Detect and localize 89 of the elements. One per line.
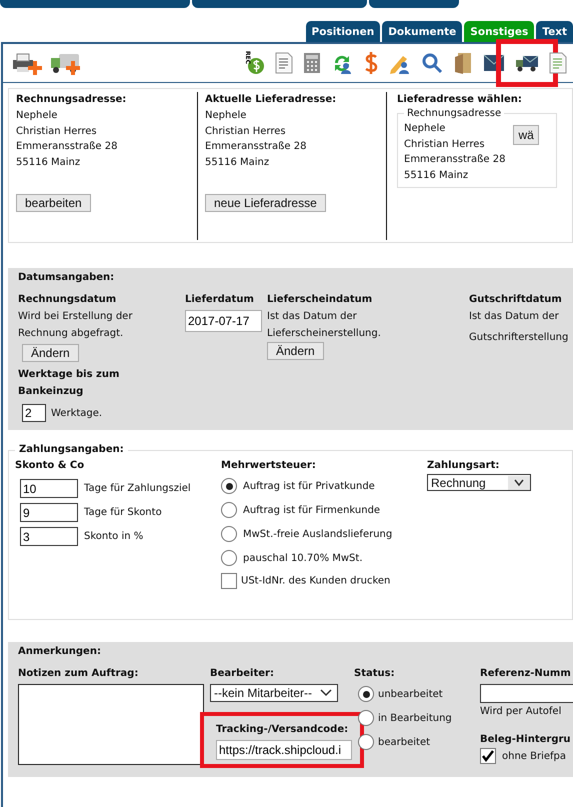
address-line: Emmeransstraße 28 — [404, 153, 506, 167]
radio-button[interactable] — [221, 502, 237, 518]
address-line: Christian Herres — [205, 124, 287, 138]
field-label: Beleg-Hintergru — [480, 733, 572, 747]
address-line: 55116 Mainz — [205, 156, 270, 170]
field-label: Werktage bis zum Bankeinzug — [18, 368, 120, 399]
hint-text: Gutschrifterstellung — [469, 331, 570, 345]
calculator-icon[interactable] — [303, 52, 321, 74]
hint-text: Ist das Datum der Lieferscheinerstellung. — [267, 310, 382, 341]
notes-field[interactable] — [18, 684, 204, 765]
nav-tab[interactable] — [369, 0, 459, 8]
change-button[interactable]: Ändern — [267, 342, 324, 360]
editor-dropdown[interactable]: --kein Mitarbeiter-- — [210, 684, 338, 702]
printer-plus-icon[interactable] — [11, 51, 43, 75]
field-label: Zahlungsart: — [427, 459, 500, 473]
field-label: Tage für Zahlungsziel — [84, 483, 191, 494]
address-line: Christian Herres — [16, 124, 98, 138]
tracking-field[interactable]: https://track.shipcloud.i — [216, 740, 352, 760]
field-label: Skonto in % — [84, 531, 144, 542]
address-line: Emmeransstraße 28 — [205, 140, 308, 154]
option-label: Auftrag ist für Privatkunde — [243, 480, 375, 492]
number-field[interactable]: 10 — [20, 479, 78, 498]
tab[interactable]: Text — [536, 21, 573, 42]
user-search-icon[interactable] — [421, 52, 443, 74]
date-field[interactable]: 2017-07-17 — [185, 310, 262, 332]
radio-button[interactable] — [358, 734, 374, 750]
address-line: Nephele — [205, 109, 248, 123]
section-heading: Datumsangaben: — [18, 271, 116, 285]
option-label: unbearbeitet — [378, 688, 443, 700]
section-heading: Anmerkungen: — [18, 645, 102, 659]
hint-text: Wird bei Erstellung der Rechnung abgefragt. — [18, 310, 134, 341]
workdays-field[interactable]: 2 — [22, 404, 46, 422]
number-field[interactable]: 9 — [20, 503, 78, 522]
option-legend: Rechnungsadresse — [404, 108, 504, 119]
change-button[interactable]: Ändern — [22, 344, 79, 362]
field-label: Notizen zum Auftrag: — [18, 667, 140, 681]
address-line: Nephele — [404, 122, 446, 136]
address-line: 55116 Mainz — [404, 168, 470, 182]
radio-button[interactable] — [358, 686, 374, 702]
option-label: ohne Briefpa — [502, 750, 566, 762]
dollar-icon[interactable] — [363, 51, 379, 75]
option-label: MwSt.-freie Auslandslieferung — [243, 528, 392, 540]
field-label: Rechnungsdatum — [18, 293, 118, 307]
radio-button[interactable] — [358, 710, 374, 726]
field-label: Lieferdatum — [185, 293, 255, 307]
select-button[interactable]: wä — [513, 125, 539, 145]
document-icon[interactable] — [275, 52, 293, 74]
number-field[interactable]: 3 — [20, 527, 78, 546]
truck-envelope-icon[interactable] — [515, 54, 539, 72]
section-heading: Rechnungsadresse: — [16, 93, 128, 107]
address-line: 55116 Mainz — [16, 156, 82, 170]
field-label: Bearbeiter: — [210, 667, 275, 681]
option-label: bearbeitet — [378, 736, 430, 748]
document-icon[interactable] — [549, 52, 567, 74]
folder-icon[interactable] — [453, 51, 473, 75]
tab[interactable]: Positionen — [306, 21, 380, 42]
field-label: Mehrwertsteuer: — [221, 459, 317, 473]
option-label: in Bearbeitung — [378, 712, 452, 724]
edit-button[interactable]: bearbeiten — [16, 194, 91, 212]
radio-button[interactable] — [221, 526, 237, 542]
truck-plus-icon[interactable] — [49, 51, 83, 75]
field-label: Gutschriftdatum — [469, 293, 563, 307]
option-label: pauschal 10.70% MwSt. — [243, 552, 363, 564]
radio-button[interactable] — [221, 478, 237, 494]
field-label: Lieferscheindatum — [267, 293, 374, 307]
field-label: Referenz-Numm — [480, 667, 572, 681]
payment-method-dropdown[interactable]: Rechnung — [427, 474, 531, 491]
hint-text: Wird per Autofel — [480, 705, 562, 719]
checkbox[interactable] — [480, 748, 496, 764]
radio-button[interactable] — [221, 550, 237, 566]
section-heading: Zahlungsangaben: — [18, 443, 125, 457]
tab[interactable]: Dokumente — [382, 21, 462, 42]
address-line: Nephele — [16, 109, 58, 123]
option-label: Auftrag ist für Firmenkunde — [243, 504, 380, 516]
tab[interactable]: Sonstiges — [464, 21, 534, 42]
field-label: Skonto & Co — [15, 459, 86, 473]
checkbox[interactable] — [221, 573, 237, 589]
field-label: Tracking-/Versandcode: — [216, 723, 350, 737]
field-label: Status: — [354, 667, 396, 681]
unit-label: Werktage. — [51, 408, 102, 418]
hint-text: Ist das Datum der — [469, 310, 560, 324]
address-line: Emmeransstraße 28 — [16, 140, 118, 154]
section-heading: Lieferadresse wählen: — [397, 93, 523, 107]
reference-field[interactable] — [480, 684, 573, 703]
address-line: Christian Herres — [404, 138, 486, 152]
option-label: USt-IdNr. des Kunden drucken — [241, 576, 390, 587]
section-heading: Aktuelle Lieferadresse: — [205, 93, 338, 107]
field-label: Tage für Skonto — [84, 507, 162, 518]
new-address-button[interactable]: neue Lieferadresse — [205, 194, 326, 212]
